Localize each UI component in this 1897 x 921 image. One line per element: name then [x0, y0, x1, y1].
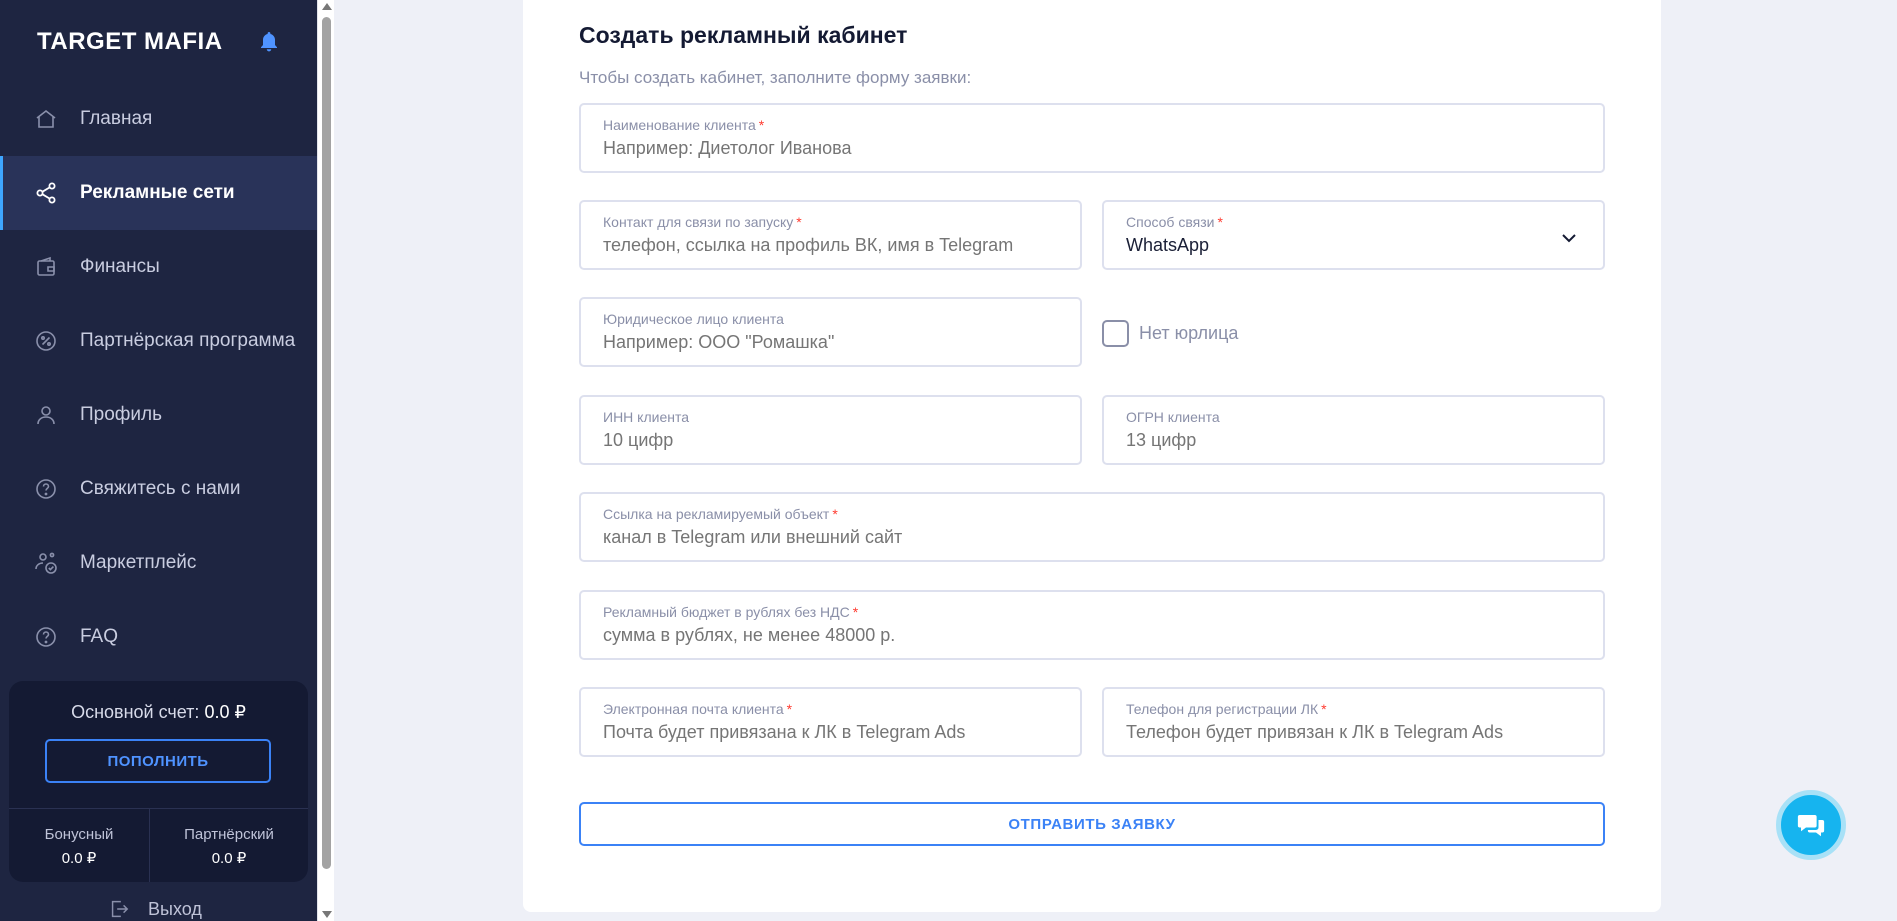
bonus-balance-label: Бонусный — [44, 826, 114, 843]
chevron-down-icon[interactable] — [1561, 230, 1577, 246]
page-subtitle: Чтобы создать кабинет, заполните форму з… — [579, 68, 972, 87]
user-icon — [34, 403, 58, 427]
ad-link-field[interactable]: Ссылка на рекламируемый объект * — [579, 492, 1605, 562]
sidebar-item-finance[interactable]: Финансы — [0, 230, 317, 304]
scroll-down-arrow-icon[interactable] — [322, 911, 332, 918]
bell-icon[interactable] — [257, 30, 281, 54]
phone-field[interactable]: Телефон для регистрации ЛК * — [1102, 687, 1605, 757]
sidebar-item-marketplace[interactable]: Маркетплейс — [0, 526, 317, 600]
home-icon — [34, 107, 58, 131]
field-label: ОГРН клиента — [1126, 409, 1220, 425]
contact-field[interactable]: Контакт для связи по запуску * — [579, 200, 1082, 270]
bonus-balance-value: 0.0 ₽ — [61, 850, 97, 867]
field-label: Ссылка на рекламируемый объект * — [603, 506, 838, 522]
logout-label: Выход — [148, 898, 202, 919]
field-label: Наименование клиента * — [603, 117, 765, 133]
partner-balance-value: 0.0 ₽ — [211, 850, 247, 867]
scroll-thumb[interactable] — [322, 17, 331, 869]
logout-icon — [111, 900, 129, 918]
contact-method-select[interactable]: Способ связи * WhatsApp — [1102, 200, 1605, 270]
inn-input[interactable] — [603, 430, 1058, 451]
sidebar-item-label: Партнёрская программа — [80, 330, 296, 351]
partner-balance: Партнёрский 0.0 ₽ — [159, 826, 299, 867]
percent-icon — [34, 329, 58, 353]
phone-input[interactable] — [1126, 722, 1581, 743]
divider — [149, 808, 150, 882]
budget-input[interactable] — [603, 625, 1581, 646]
inn-field[interactable]: ИНН клиента — [579, 395, 1082, 465]
create-ad-account-card: Создать рекламный кабинет Чтобы создать … — [523, 0, 1661, 912]
field-label: Способ связи * — [1126, 214, 1223, 230]
chat-icon — [1797, 815, 1825, 837]
ad-link-input[interactable] — [603, 527, 1581, 548]
chat-button[interactable] — [1776, 790, 1846, 860]
sidebar-item-label: Свяжитесь с нами — [80, 478, 241, 499]
ogrn-field[interactable]: ОГРН клиента — [1102, 395, 1605, 465]
sidebar-item-partner-program[interactable]: Партнёрская программа — [0, 304, 317, 378]
sidebar-item-contact[interactable]: Свяжитесь с нами — [0, 452, 317, 526]
sidebar-item-label: Рекламные сети — [80, 182, 235, 203]
client-name-field[interactable]: Наименование клиента * — [579, 103, 1605, 173]
contact-method-value: WhatsApp — [1126, 235, 1210, 255]
wallet-icon — [34, 255, 58, 279]
sidebar-item-label: Главная — [80, 108, 153, 129]
share-icon — [34, 181, 58, 205]
sidebar-item-label: Маркетплейс — [80, 552, 197, 573]
field-label: ИНН клиента — [603, 409, 690, 425]
page-title: Создать рекламный кабинет — [579, 22, 908, 48]
sidebar-item-label: Финансы — [80, 256, 160, 277]
sidebar-item-ad-networks[interactable]: Рекламные сети — [0, 156, 317, 230]
partner-balance-label: Партнёрский — [184, 826, 274, 843]
email-input[interactable] — [603, 722, 1058, 743]
help-icon — [34, 477, 58, 501]
field-label: Электронная почта клиента * — [603, 701, 793, 717]
email-field[interactable]: Электронная почта клиента * — [579, 687, 1082, 757]
no-legal-entity-checkbox[interactable]: Нет юрлица — [1102, 320, 1238, 347]
divider — [9, 808, 308, 809]
balance-panel: Основной счет: 0.0 ₽ ПОПОЛНИТЬ Бонусный … — [9, 681, 308, 882]
sidebar-item-label: FAQ — [80, 626, 119, 647]
main-balance-label: Основной счет: — [71, 702, 200, 722]
sidebar-item-faq[interactable]: FAQ — [0, 600, 317, 674]
question-icon — [34, 625, 58, 649]
logout-link[interactable]: Выход — [108, 898, 202, 920]
field-label: Контакт для связи по запуску * — [603, 214, 802, 230]
scrollbar[interactable] — [317, 0, 334, 921]
legal-entity-input[interactable] — [603, 332, 1058, 353]
main-balance-value: 0.0 ₽ — [204, 702, 246, 722]
legal-entity-field[interactable]: Юридическое лицо клиента — [579, 297, 1082, 367]
field-label: Рекламный бюджет в рублях без НДС * — [603, 604, 859, 620]
client-name-input[interactable] — [603, 138, 1581, 159]
budget-field[interactable]: Рекламный бюджет в рублях без НДС * — [579, 590, 1605, 660]
scroll-up-arrow-icon[interactable] — [322, 3, 332, 10]
topup-button[interactable]: ПОПОЛНИТЬ — [45, 739, 271, 783]
sidebar-item-label: Профиль — [80, 404, 163, 425]
users-check-icon — [34, 551, 58, 575]
brand-logo[interactable]: TARGET MAFIA — [37, 28, 223, 56]
submit-application-button[interactable]: ОТПРАВИТЬ ЗАЯВКУ — [579, 802, 1605, 846]
sidebar-item-profile[interactable]: Профиль — [0, 378, 317, 452]
main-balance: Основной счет: 0.0 ₽ — [9, 702, 308, 723]
bonus-balance: Бонусный 0.0 ₽ — [9, 826, 149, 867]
field-label: Телефон для регистрации ЛК * — [1126, 701, 1327, 717]
sidebar: TARGET MAFIA Главная Рекламные сети Фина… — [0, 0, 317, 921]
checkbox-label: Нет юрлица — [1139, 323, 1239, 343]
ogrn-input[interactable] — [1126, 430, 1581, 451]
sidebar-item-home[interactable]: Главная — [0, 82, 317, 156]
field-label: Юридическое лицо клиента — [603, 311, 784, 327]
sidebar-nav: Главная Рекламные сети Финансы Партнёрск… — [0, 82, 317, 674]
contact-input[interactable] — [603, 235, 1058, 256]
checkbox-box[interactable] — [1102, 320, 1129, 347]
